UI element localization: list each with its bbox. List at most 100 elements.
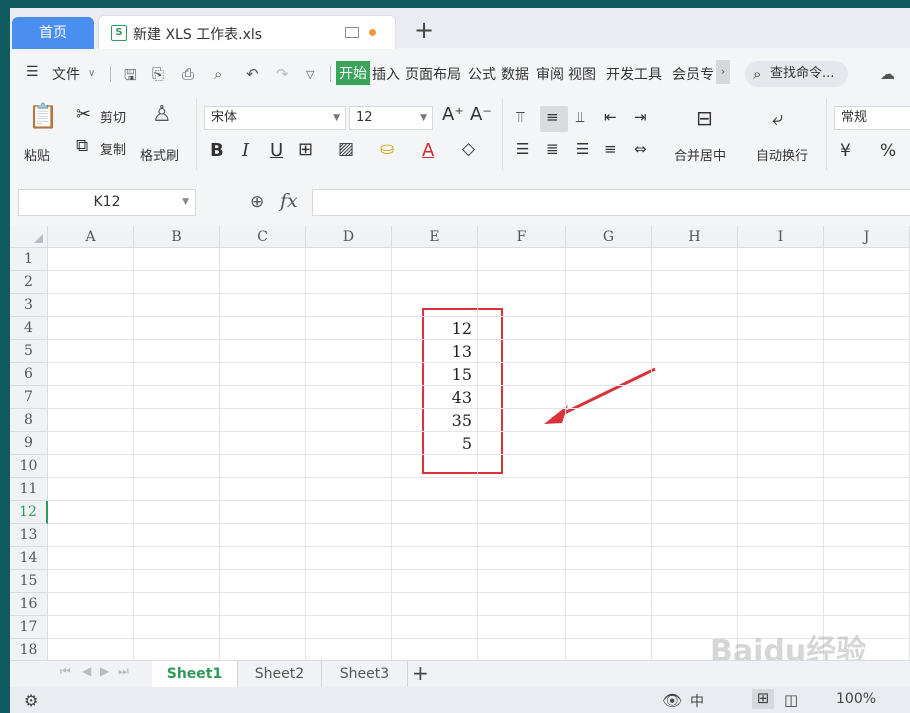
copy-icon[interactable]: ⧉ xyxy=(76,136,88,156)
command-search[interactable]: ⌕ 查找命令... xyxy=(745,61,848,87)
menu-insert[interactable]: 插入 xyxy=(372,64,400,84)
normal-view-icon[interactable]: ⊞ xyxy=(752,689,774,709)
formula-input[interactable] xyxy=(312,189,910,216)
bold-button[interactable]: B xyxy=(210,140,224,161)
sheet-tab-3[interactable]: Sheet3 xyxy=(322,661,408,687)
print-preview-icon[interactable]: ⌕ xyxy=(214,65,222,83)
menu-formulas[interactable]: 公式 xyxy=(468,64,496,84)
page-view-icon[interactable]: ◫ xyxy=(784,691,798,709)
menu-member[interactable]: 会员专 xyxy=(672,64,714,84)
align-right-icon[interactable]: ☰ xyxy=(576,140,589,158)
align-left-icon[interactable]: ☰ xyxy=(516,140,529,158)
column-header-H[interactable]: H xyxy=(652,226,738,248)
menu-review[interactable]: 审阅 xyxy=(536,64,564,84)
cell-E5[interactable]: 13 xyxy=(392,340,472,363)
row-header-13[interactable]: 13 xyxy=(10,524,48,547)
font-shrink-icon[interactable]: A⁻ xyxy=(470,104,492,125)
menu-home[interactable]: 开始 xyxy=(336,61,370,85)
column-header-D[interactable]: D xyxy=(306,226,392,248)
column-header-I[interactable]: I xyxy=(738,226,824,248)
column-header-E[interactable]: E xyxy=(392,226,478,248)
column-header-J[interactable]: J xyxy=(824,226,910,248)
cell-E6[interactable]: 15 xyxy=(392,363,472,386)
font-size-select[interactable]: 12 ▼ xyxy=(349,106,433,130)
eye-protection-icon[interactable]: 👁 xyxy=(662,691,682,710)
customize-icon[interactable]: ▽ xyxy=(306,68,314,81)
row-header-4[interactable]: 4 xyxy=(10,317,48,340)
percent-button[interactable]: % xyxy=(880,141,896,161)
next-sheet-icon[interactable]: ▶ xyxy=(100,664,109,678)
paste-icon[interactable]: 📋 xyxy=(28,102,58,130)
row-header-15[interactable]: 15 xyxy=(10,570,48,593)
row-header-3[interactable]: 3 xyxy=(10,294,48,317)
macro-icon[interactable]: ⚙ xyxy=(24,691,38,710)
cell-E7[interactable]: 43 xyxy=(392,386,472,409)
copy-button[interactable]: 复制 xyxy=(100,139,126,158)
menu-view[interactable]: 视图 xyxy=(568,64,596,84)
tab-document[interactable]: S 新建 XLS 工作表.xls xyxy=(98,15,396,49)
row-header-6[interactable]: 6 xyxy=(10,363,48,386)
align-bottom-icon[interactable]: ⫫ xyxy=(576,108,584,126)
zoom-level[interactable]: 100% xyxy=(836,691,876,707)
new-tab-button[interactable]: + xyxy=(414,16,434,44)
export-icon[interactable]: ⎘ xyxy=(152,65,164,83)
select-all-corner[interactable] xyxy=(10,226,48,248)
align-top-icon[interactable]: ⫪ xyxy=(516,108,524,126)
print-icon[interactable]: ⎙ xyxy=(182,65,194,83)
fill-color-icon[interactable]: ⛀ xyxy=(380,139,394,159)
format-painter-button[interactable]: 格式刷 xyxy=(140,145,179,164)
column-header-F[interactable]: F xyxy=(478,226,566,248)
sheet-tab-1[interactable]: Sheet1 xyxy=(152,661,238,687)
format-painter-icon[interactable]: ♙ xyxy=(152,102,172,127)
cut-button[interactable]: 剪切 xyxy=(100,107,126,126)
column-header-B[interactable]: B xyxy=(134,226,220,248)
cell-grid[interactable]: A B C D E F G H I J 1 2 3 4 5 6 7 8 9 10 11 12 13 14 15 16 17 18 12 1… xyxy=(10,226,910,666)
row-header-10[interactable]: 10 xyxy=(10,455,48,478)
row-header-5[interactable]: 5 xyxy=(10,340,48,363)
column-header-A[interactable]: A xyxy=(48,226,134,248)
sheet-tab-2[interactable]: Sheet2 xyxy=(238,661,322,687)
menu-file[interactable]: 文件 xyxy=(52,64,80,84)
indent-increase-icon[interactable]: ⇥ xyxy=(634,108,647,126)
merge-icon[interactable]: ⊟ xyxy=(696,106,713,130)
cell-E9[interactable]: 5 xyxy=(392,432,472,455)
last-sheet-icon[interactable]: ⏭ xyxy=(118,664,129,679)
menu-developer[interactable]: 开发工具 xyxy=(606,64,662,84)
cell-E4[interactable]: 12 xyxy=(392,317,472,340)
indent-decrease-icon[interactable]: ⇤ xyxy=(604,108,617,126)
cell-E8[interactable]: 35 xyxy=(392,409,472,432)
wrap-text-button[interactable]: 自动换行 xyxy=(756,145,808,164)
row-header-17[interactable]: 17 xyxy=(10,616,48,639)
row-header-2[interactable]: 2 xyxy=(10,271,48,294)
italic-button[interactable]: I xyxy=(242,140,249,161)
row-header-9[interactable]: 9 xyxy=(10,432,48,455)
align-middle-icon[interactable]: ≡ xyxy=(546,108,559,126)
row-header-7[interactable]: 7 xyxy=(10,386,48,409)
row-header-8[interactable]: 8 xyxy=(10,409,48,432)
tab-home[interactable]: 首页 xyxy=(12,17,94,49)
row-header-16[interactable]: 16 xyxy=(10,593,48,616)
redo-icon[interactable]: ↷ xyxy=(276,65,289,83)
menu-more-chevron-icon[interactable]: › xyxy=(716,60,730,84)
font-name-select[interactable]: 宋体 ▼ xyxy=(204,106,346,130)
function-button[interactable]: fx xyxy=(280,190,298,212)
undo-icon[interactable]: ↶ xyxy=(246,65,259,83)
menu-data[interactable]: 数据 xyxy=(501,64,529,84)
row-header-12[interactable]: 12 xyxy=(10,501,48,524)
align-center-icon[interactable]: ≣ xyxy=(546,140,559,158)
distributed-icon[interactable]: ⇔ xyxy=(634,140,647,158)
font-grow-icon[interactable]: A⁺ xyxy=(442,104,464,125)
first-sheet-icon[interactable]: ⏮ xyxy=(60,664,71,679)
cloud-icon[interactable]: ☁ xyxy=(880,65,895,83)
name-box[interactable]: K12 ▼ xyxy=(18,189,196,216)
add-sheet-button[interactable]: + xyxy=(412,661,429,685)
font-color-button[interactable]: A xyxy=(422,140,434,161)
underline-button[interactable]: U xyxy=(270,140,283,161)
row-header-14[interactable]: 14 xyxy=(10,547,48,570)
row-header-18[interactable]: 18 xyxy=(10,639,48,662)
monitor-icon[interactable] xyxy=(345,27,359,38)
scissors-icon[interactable]: ✂ xyxy=(76,104,91,125)
wrap-text-icon[interactable]: ⤶ xyxy=(772,106,783,130)
row-header-1[interactable]: 1 xyxy=(10,248,48,271)
column-header-G[interactable]: G xyxy=(566,226,652,248)
